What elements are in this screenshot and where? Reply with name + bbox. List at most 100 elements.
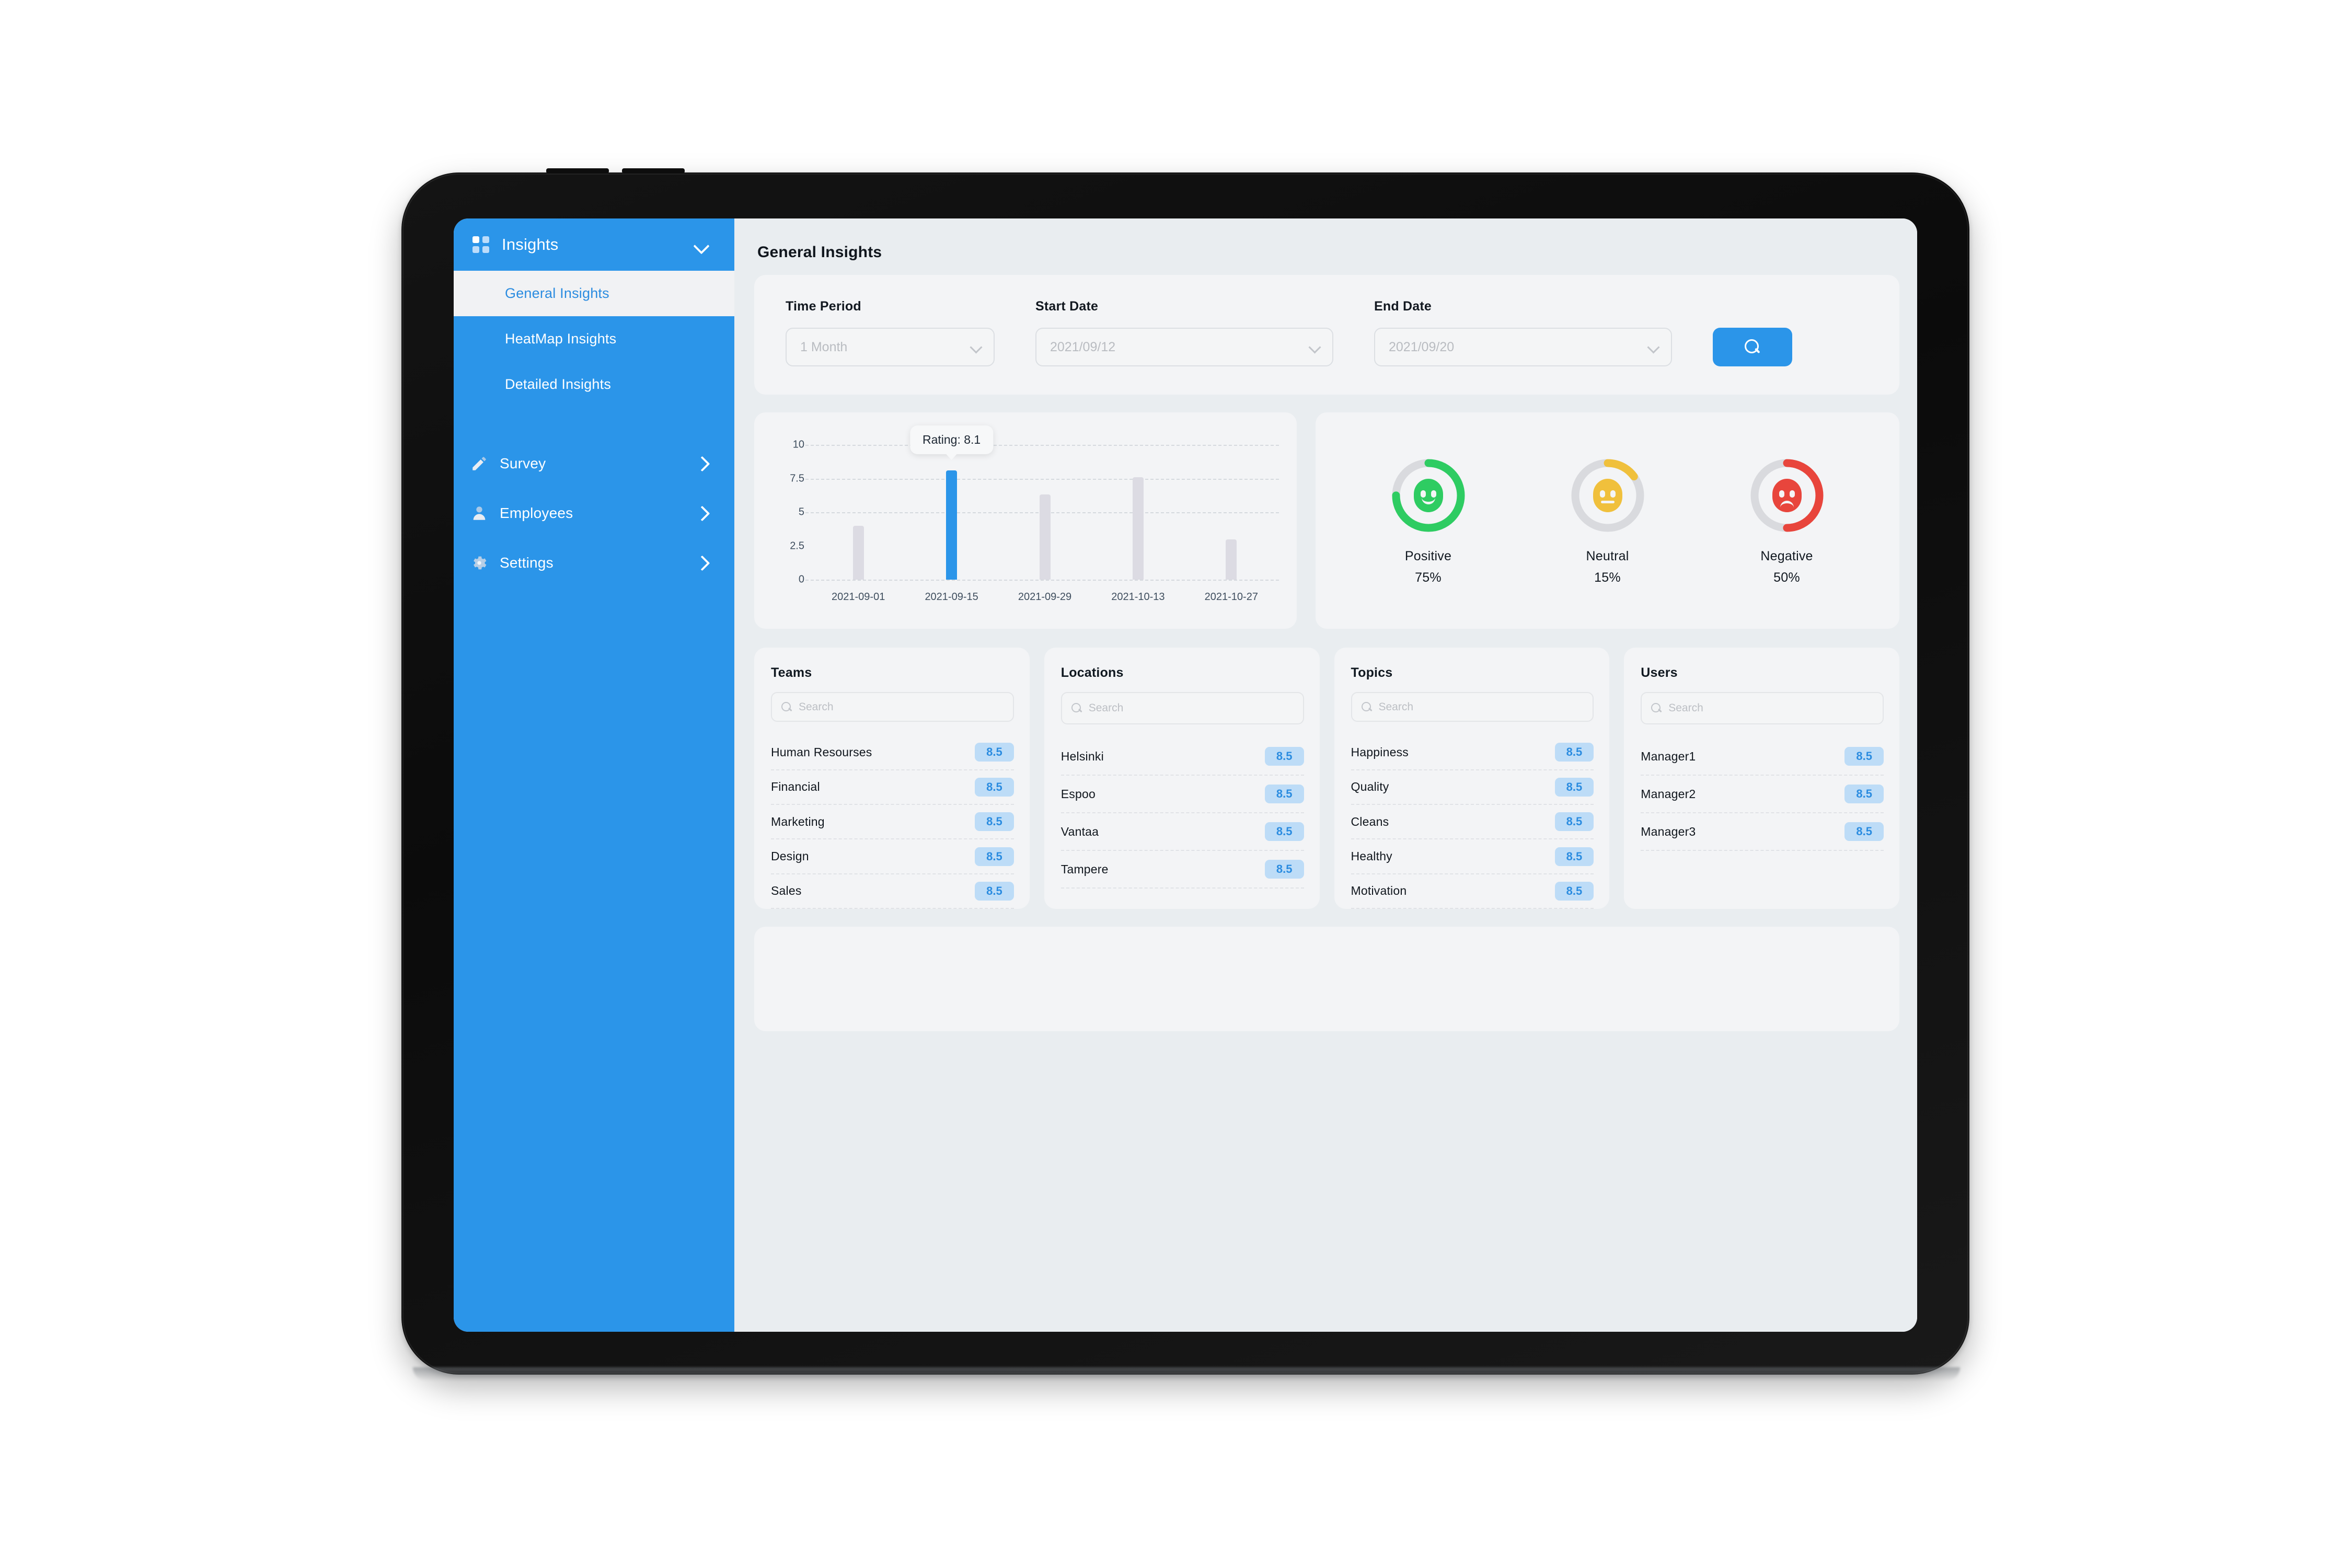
score-badge: 8.5 (1554, 743, 1594, 762)
device-top-button-2 (622, 168, 685, 174)
list-title: Teams (771, 665, 812, 680)
search-input[interactable]: Search (1351, 692, 1594, 722)
page-title: General Insights (757, 244, 882, 261)
chevron-right-icon (696, 506, 709, 520)
end-date-select[interactable]: 2021/09/20 (1374, 328, 1672, 366)
sidebar-item-label: Employees (500, 504, 573, 521)
sidebar-item-label: Detailed Insights (505, 376, 612, 392)
sentiment-label: Neutral (1586, 549, 1629, 563)
list-title: Users (1641, 665, 1678, 680)
score-badge: 8.5 (1844, 785, 1884, 803)
score-badge: 8.5 (1264, 822, 1304, 841)
list-item[interactable]: Tampere 8.5 (1060, 851, 1304, 889)
search-input[interactable]: Search (771, 692, 1014, 722)
chart-gridline (805, 580, 1279, 581)
list-item[interactable]: Vantaa 8.5 (1060, 813, 1304, 851)
sidebar-item-label: Survey (500, 455, 546, 471)
chart-bar[interactable] (946, 470, 958, 580)
start-date-select[interactable]: 2021/09/12 (1035, 328, 1333, 366)
insights-row: 0 2.5 5 7.5 10 2021-09-01 2021-09-15 Rating: 8.… (754, 412, 1899, 629)
list-item[interactable]: Human Resourses 8.5 (771, 735, 1014, 770)
list-item[interactable]: Manager2 8.5 (1641, 776, 1884, 813)
score-badge: 8.5 (1844, 822, 1884, 841)
sentiment-gauge: Neutral 15% (1568, 456, 1647, 585)
start-date-value: 2021/09/12 (1050, 339, 1116, 354)
list-item[interactable]: Cleans 8.5 (1351, 805, 1594, 840)
sentiment-value: 50% (1773, 570, 1800, 585)
frown-icon (1772, 479, 1802, 512)
score-badge: 8.5 (1554, 847, 1594, 866)
end-date-field: End Date 2021/09/20 (1374, 299, 1672, 366)
sidebar-item-detailed-insights[interactable]: Detailed Insights (454, 362, 734, 407)
chart-gridline (805, 445, 1279, 446)
score-badge: 8.5 (1554, 777, 1594, 797)
donut-chart (1389, 456, 1468, 535)
sidebar: Insights General Insights HeatMap Insigh… (454, 218, 734, 1332)
donut-chart (1568, 456, 1647, 535)
chart-x-axis-label: 2021-09-01 (832, 591, 885, 603)
list-item-label: Quality (1351, 780, 1389, 794)
chart-bar[interactable] (1039, 494, 1051, 580)
list-item[interactable]: Marketing 8.5 (771, 805, 1014, 840)
list-item[interactable]: Helsinki 8.5 (1060, 738, 1304, 776)
sentiment-label: Positive (1404, 549, 1452, 563)
list-item[interactable]: Quality 8.5 (1351, 770, 1594, 805)
time-period-label: Time Period (786, 299, 861, 314)
chart-bar[interactable] (852, 525, 864, 580)
list-title: Locations (1060, 665, 1124, 680)
list-item[interactable]: Happiness 8.5 (1351, 735, 1594, 770)
list-item[interactable]: Healthy 8.5 (1351, 839, 1594, 874)
list-item[interactable]: Manager1 8.5 (1641, 738, 1884, 776)
sidebar-item-label: General Insights (505, 285, 609, 301)
list-item[interactable]: Financial 8.5 (771, 770, 1014, 805)
sidebar-header-insights[interactable]: Insights (454, 218, 734, 271)
sidebar-header-label: Insights (502, 235, 559, 253)
sentiment-gauges-card: Positive 75% Neutral 15% Negative 50% (1316, 412, 1899, 629)
chart-x-axis-label: 2021-09-29 (1018, 591, 1072, 603)
score-badge: 8.5 (975, 847, 1014, 866)
chart-x-axis-label: 2021-10-13 (1111, 591, 1165, 603)
list-item-label: Happiness (1351, 745, 1409, 759)
person-icon (470, 504, 488, 522)
search-icon (1361, 701, 1372, 712)
sidebar-item-general-insights[interactable]: General Insights (454, 271, 734, 316)
chart-y-axis-label: 7.5 (790, 472, 804, 484)
time-period-field: Time Period 1 Month (786, 299, 995, 366)
score-badge: 8.5 (1264, 860, 1304, 879)
sentiment-gauge: Negative 50% (1747, 456, 1827, 585)
rating-bar-chart[interactable]: 0 2.5 5 7.5 10 2021-09-01 2021-09-15 Rating: 8.… (754, 412, 1297, 629)
score-badge: 8.5 (1554, 881, 1594, 901)
smile-icon (1413, 479, 1443, 512)
list-item[interactable]: Motivation 8.5 (1351, 874, 1594, 909)
search-placeholder: Search (799, 700, 834, 713)
list-item[interactable]: Espoo 8.5 (1060, 776, 1304, 813)
chart-bar[interactable] (1132, 477, 1144, 580)
list-item[interactable]: Manager3 8.5 (1641, 813, 1884, 851)
chart-bar[interactable] (1226, 539, 1237, 580)
sentiment-gauge: Positive 75% (1389, 456, 1468, 585)
search-input[interactable]: Search (1641, 692, 1884, 724)
sidebar-item-label: HeatMap Insights (505, 331, 617, 347)
list-item-label: Human Resourses (771, 745, 872, 759)
sidebar-item-heatmap-insights[interactable]: HeatMap Insights (454, 316, 734, 362)
tablet-screen: Insights General Insights HeatMap Insigh… (454, 218, 1917, 1332)
sidebar-item-settings[interactable]: Settings (454, 538, 734, 587)
list-item-label: Motivation (1351, 884, 1407, 898)
chevron-down-icon (970, 341, 982, 353)
chevron-down-icon[interactable] (694, 237, 709, 252)
list-item[interactable]: Sales 8.5 (771, 874, 1014, 909)
search-icon (781, 701, 792, 712)
sidebar-item-survey[interactable]: Survey (454, 439, 734, 488)
list-item-label: Design (771, 849, 809, 863)
search-button[interactable] (1713, 328, 1792, 366)
search-icon (1651, 703, 1662, 713)
time-period-select[interactable]: 1 Month (786, 328, 995, 366)
sidebar-item-employees[interactable]: Employees (454, 488, 734, 538)
grid-icon (472, 236, 489, 253)
search-input[interactable]: Search (1060, 692, 1304, 724)
list-item[interactable]: Design 8.5 (771, 839, 1014, 874)
device-shadow (413, 1367, 1960, 1381)
gear-icon (470, 554, 488, 572)
score-badge: 8.5 (975, 743, 1014, 762)
